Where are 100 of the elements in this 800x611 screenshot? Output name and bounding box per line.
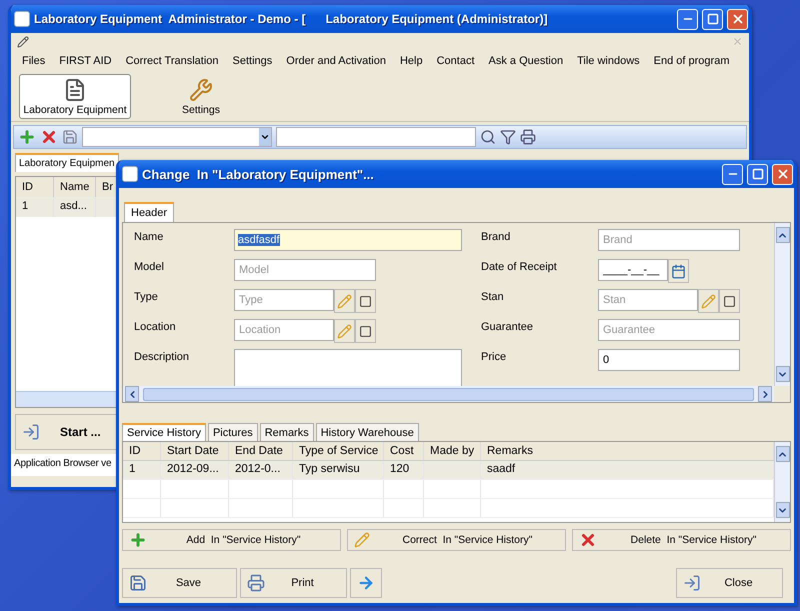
- scroll-down-button[interactable]: [776, 366, 790, 382]
- printer-icon: [247, 574, 265, 592]
- close-icon: [730, 12, 744, 26]
- menu-item[interactable]: Ask a Question: [482, 55, 570, 67]
- search-field[interactable]: [276, 127, 476, 147]
- pencil-icon: [337, 294, 352, 308]
- pencil-icon: [354, 532, 370, 548]
- text-field[interactable]: 0: [598, 349, 740, 371]
- maximize-icon: [706, 13, 718, 25]
- close-button[interactable]: Close: [676, 568, 783, 598]
- table-cell: 2012-0...: [229, 461, 293, 479]
- lookup-field[interactable]: Type: [234, 289, 334, 311]
- column-header[interactable]: Made by: [424, 442, 481, 460]
- field-label: Date of Receipt: [481, 260, 558, 275]
- dropdown-button[interactable]: [259, 128, 271, 146]
- close-button[interactable]: [727, 8, 748, 30]
- column-header[interactable]: ID: [123, 442, 161, 460]
- tab[interactable]: History Warehouse: [316, 423, 419, 441]
- close-button[interactable]: [772, 164, 793, 184]
- field-label: Price: [481, 350, 508, 365]
- minimize-button[interactable]: [677, 8, 698, 30]
- column-header[interactable]: Type of Service: [293, 442, 384, 460]
- print-button[interactable]: Print: [240, 568, 347, 598]
- wrench-icon: [189, 78, 213, 102]
- door-icon: [683, 574, 701, 592]
- table-cell: asd...: [54, 197, 96, 217]
- field-label: Guarantee: [481, 320, 534, 335]
- start-button[interactable]: Start ...: [60, 425, 101, 439]
- scroll-up-button[interactable]: [776, 446, 790, 462]
- app-icon: [14, 11, 30, 27]
- lookup-field[interactable]: Stan: [598, 289, 698, 311]
- action-button[interactable]: Add In "Service History": [122, 529, 341, 551]
- scrollbar[interactable]: [774, 223, 790, 386]
- minimize-button[interactable]: [722, 164, 743, 184]
- pencil-icon: [337, 324, 352, 338]
- next-button[interactable]: [350, 568, 382, 598]
- tab[interactable]: Pictures: [208, 423, 258, 441]
- tab[interactable]: Service History: [122, 423, 206, 441]
- select-button[interactable]: [719, 289, 740, 313]
- save-button[interactable]: Save: [122, 568, 237, 598]
- action-button[interactable]: Correct In "Service History": [347, 529, 566, 551]
- field-label: Name: [134, 230, 164, 245]
- table-row[interactable]: 1 2012-09... 2012-0... Typ serwisu 120 saadf: [123, 461, 774, 480]
- table-cell: 1: [123, 461, 161, 479]
- menu-item[interactable]: End of program: [646, 55, 736, 67]
- calendar-button[interactable]: [668, 259, 689, 283]
- select-button[interactable]: [355, 289, 376, 313]
- scroll-left-button[interactable]: [125, 386, 139, 402]
- column-header[interactable]: Cost: [384, 442, 424, 460]
- menu-item[interactable]: Files: [15, 55, 52, 67]
- table-cell: 2012-09...: [161, 461, 229, 479]
- text-field[interactable]: Brand: [598, 229, 740, 251]
- maximize-button[interactable]: [702, 8, 723, 30]
- dropdown-field[interactable]: [82, 127, 272, 147]
- pencil-icon: [17, 36, 29, 48]
- tab[interactable]: Header: [124, 202, 174, 222]
- plus-icon[interactable]: [18, 128, 36, 146]
- filter-icon[interactable]: [500, 129, 516, 145]
- menu-item[interactable]: Settings: [226, 55, 280, 67]
- table-cell: 1: [16, 197, 54, 217]
- search-icon[interactable]: [480, 129, 496, 145]
- field-label: Type: [134, 290, 159, 305]
- rectangle-icon: [359, 324, 372, 338]
- field-label: Brand: [481, 230, 512, 245]
- column-header[interactable]: Start Date: [161, 442, 229, 460]
- tab[interactable]: Remarks: [260, 423, 314, 441]
- lookup-field[interactable]: Location: [234, 319, 334, 341]
- door-icon: [22, 423, 40, 441]
- menu-item[interactable]: Order and Activation: [279, 55, 393, 67]
- text-field[interactable]: Guarantee: [598, 319, 740, 341]
- text-field[interactable]: asdfasdf: [234, 229, 462, 251]
- rectangle-icon: [359, 294, 372, 308]
- scrollbar[interactable]: [774, 442, 790, 522]
- menu-item[interactable]: FIRST AID: [52, 55, 119, 67]
- field-label: Stan: [481, 290, 505, 305]
- scrollbar[interactable]: [123, 386, 774, 402]
- menu-item[interactable]: Correct Translation: [118, 55, 226, 67]
- maximize-button[interactable]: [747, 164, 768, 184]
- column-header[interactable]: End Date: [229, 442, 293, 460]
- window-title: Laboratory Equipment Administrator - Demo - [ Laboratory Equipment (Administrator)]: [34, 12, 549, 26]
- module-button[interactable]: Laboratory Equipment: [19, 74, 131, 119]
- menu-item[interactable]: Contact: [430, 55, 482, 67]
- maximize-icon: [752, 168, 764, 180]
- close-icon[interactable]: [40, 128, 58, 146]
- menu-item[interactable]: Tile windows: [570, 55, 647, 67]
- date-field[interactable]: ____-__-__: [598, 259, 668, 281]
- menu-item[interactable]: Help: [392, 55, 430, 67]
- rectangle-icon: [723, 294, 736, 308]
- select-button[interactable]: [355, 319, 376, 343]
- module-button[interactable]: Settings: [145, 74, 257, 119]
- chevron-down-icon: [260, 132, 270, 142]
- close-icon: [579, 531, 597, 549]
- scroll-up-button[interactable]: [776, 227, 790, 243]
- tab[interactable]: Laboratory Equipmen: [15, 153, 119, 172]
- printer-icon[interactable]: [520, 129, 536, 145]
- action-button[interactable]: Delete In "Service History": [572, 529, 791, 551]
- text-field[interactable]: Model: [234, 259, 376, 281]
- scroll-down-button[interactable]: [776, 502, 790, 518]
- field-label: Model: [134, 260, 165, 275]
- scroll-right-button[interactable]: [758, 386, 772, 402]
